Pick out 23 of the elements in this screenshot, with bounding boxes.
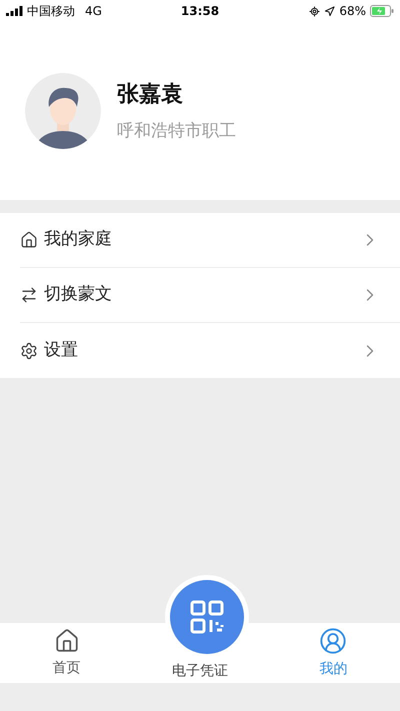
qr-code-button[interactable] (170, 580, 244, 654)
menu-item[interactable]: 我的家庭 (20, 213, 400, 268)
qr-code-icon (190, 600, 224, 634)
tab[interactable]: 电子凭证 (172, 662, 228, 680)
tab[interactable]: 首页 (0, 623, 134, 683)
settings-icon (20, 342, 38, 360)
switch-icon (20, 286, 38, 304)
battery-icon (370, 5, 394, 17)
user-subtitle: 呼和浩特市职工 (117, 120, 236, 143)
signal-icon (6, 6, 23, 16)
menu-item[interactable]: 设置 (20, 323, 400, 378)
avatar-icon (25, 73, 101, 149)
home-icon (54, 628, 80, 654)
battery-percent: 68% (339, 3, 366, 20)
user-name: 张嘉袁 (117, 80, 184, 109)
clock-text: 13:58 (180, 3, 220, 20)
menu-item[interactable]: 切换蒙文 (20, 268, 400, 323)
network-text: 4G (85, 3, 102, 20)
tab[interactable]: 我的 (266, 623, 400, 683)
location-icon (324, 6, 336, 16)
user-icon (319, 626, 348, 654)
carrier-text: 中国移动 (27, 3, 75, 20)
home-icon (20, 231, 38, 249)
